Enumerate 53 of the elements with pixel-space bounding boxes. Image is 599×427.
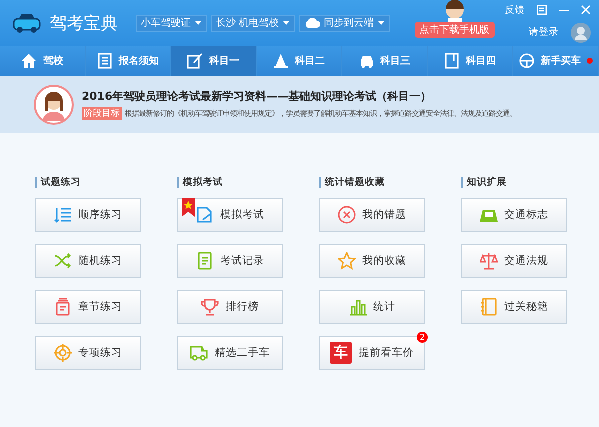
feature-button[interactable]: 排行榜 [177,290,283,324]
shuffle-icon [54,252,72,270]
scales-icon [480,252,498,270]
caret-icon [283,21,290,25]
tab-icon [518,53,535,69]
caret-icon [378,21,386,25]
avatar-icon[interactable] [571,22,591,42]
feature-button[interactable]: 章节练习 [35,290,141,324]
trophy-icon [201,298,219,316]
list-icon [54,206,72,224]
caret-icon [195,21,202,25]
section-title: 知识扩展 [461,177,567,188]
feature-button[interactable]: 随机练习 [35,244,141,278]
stage-tag: 阶段目标 [82,107,122,120]
target-icon [54,344,72,362]
feature-button[interactable]: 交通法规 [461,244,567,278]
tab-icon [444,53,460,69]
car-icon [12,12,42,34]
feature-button[interactable]: 过关秘籍 [461,290,567,324]
banner-title: 2016年驾驶员理论考试最新学习资料——基础知识理论考试（科目一） [82,89,433,104]
count-badge: 2 [417,332,428,343]
nav-tab[interactable]: 科目一 [171,46,257,76]
tab-icon [358,53,375,69]
tab-icon [187,53,204,69]
star-icon [338,252,356,270]
section-title: 模拟考试 [177,177,283,188]
document-icon [196,252,214,270]
error-circle-icon [338,206,356,224]
feature-button[interactable]: 交通标志 [461,198,567,232]
bar-chart-icon [348,298,366,316]
close-icon[interactable] [581,5,591,15]
feature-button[interactable]: 专项练习 [35,336,141,370]
feature-button[interactable]: 我的错题 [319,198,425,232]
section-title: 统计错题收藏 [319,177,425,188]
tab-icon [96,53,113,69]
feature-button[interactable]: 考试记录 [177,244,283,278]
truck-icon [190,344,208,362]
tab-icon [21,53,38,69]
feature-button[interactable]: 精选二手车 [177,336,283,370]
feature-button[interactable]: 模拟考试 [177,198,283,232]
cloud-icon [304,18,320,28]
menu-icon[interactable] [537,5,547,15]
app-title: 驾考宝典 [50,12,118,34]
stack-icon [54,298,72,316]
notebook-icon [480,298,498,316]
feature-button[interactable]: 统计 [319,290,425,324]
feature-button[interactable]: 我的收藏 [319,244,425,278]
section-title: 试题练习 [35,177,141,188]
feature-button[interactable]: 顺序练习 [35,198,141,232]
document-pen-icon [196,206,214,224]
tab-icon [273,53,290,69]
avatar-icon [34,84,74,124]
car-logo-icon: 车 [330,342,352,364]
